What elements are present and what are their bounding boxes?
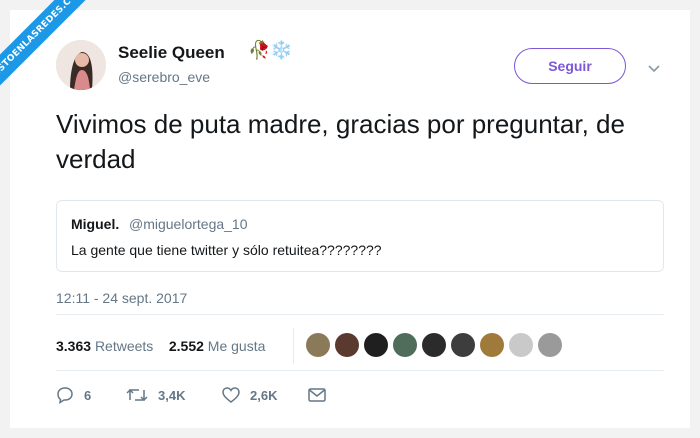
reply-action[interactable]: 6	[56, 386, 126, 404]
quote-author-name: Miguel.	[71, 216, 120, 232]
follow-button[interactable]: Seguir	[514, 48, 626, 84]
liker-avatar[interactable]	[451, 333, 475, 357]
liker-avatar[interactable]	[422, 333, 446, 357]
like-icon	[222, 387, 240, 403]
reply-count: 6	[84, 387, 92, 403]
message-action[interactable]	[308, 388, 326, 402]
message-icon	[308, 388, 326, 402]
likes-label[interactable]: Me gusta	[208, 338, 266, 354]
liker-avatar[interactable]	[306, 333, 330, 357]
avatar[interactable]	[56, 40, 106, 90]
retweet-icon	[126, 388, 148, 402]
retweet-action[interactable]: 3,4K	[126, 387, 222, 403]
name-emoji: 🥀❄️	[248, 40, 293, 60]
retweets-label[interactable]: Retweets	[95, 338, 153, 354]
retweet-count: 3,4K	[158, 387, 186, 403]
engagement-stats: 3.363 Retweets 2.552 Me gusta	[56, 338, 265, 354]
stats-separator	[293, 328, 294, 364]
divider	[56, 370, 664, 371]
liker-avatar[interactable]	[364, 333, 388, 357]
tweet-card: Seelie Queen 🥀❄️ @serebro_eve Seguir Viv…	[10, 10, 690, 428]
quoted-tweet[interactable]: Miguel. @miguelortega_10 La gente que ti…	[56, 200, 664, 272]
likes-count[interactable]: 2.552	[169, 338, 204, 354]
liker-avatar[interactable]	[538, 333, 562, 357]
reply-icon	[57, 387, 73, 404]
retweets-count[interactable]: 3.363	[56, 338, 91, 354]
liker-avatar[interactable]	[335, 333, 359, 357]
chevron-down-icon[interactable]	[648, 60, 660, 73]
user-handle[interactable]: @serebro_eve	[118, 69, 210, 85]
like-count: 2,6K	[250, 387, 278, 403]
quote-text: La gente que tiene twitter y sólo retuit…	[71, 242, 382, 258]
liker-avatar[interactable]	[509, 333, 533, 357]
liker-avatars	[306, 333, 567, 357]
divider	[56, 314, 664, 315]
liker-avatar[interactable]	[393, 333, 417, 357]
display-name[interactable]: Seelie Queen	[118, 43, 225, 63]
action-bar: 6 3,4K 2,6K	[56, 386, 326, 404]
tweet-timestamp[interactable]: 12:11 - 24 sept. 2017	[56, 290, 187, 306]
like-action[interactable]: 2,6K	[222, 387, 308, 403]
quote-author-handle: @miguelortega_10	[129, 216, 248, 232]
tweet-text: Vivimos de puta madre, gracias por pregu…	[56, 109, 625, 174]
liker-avatar[interactable]	[480, 333, 504, 357]
